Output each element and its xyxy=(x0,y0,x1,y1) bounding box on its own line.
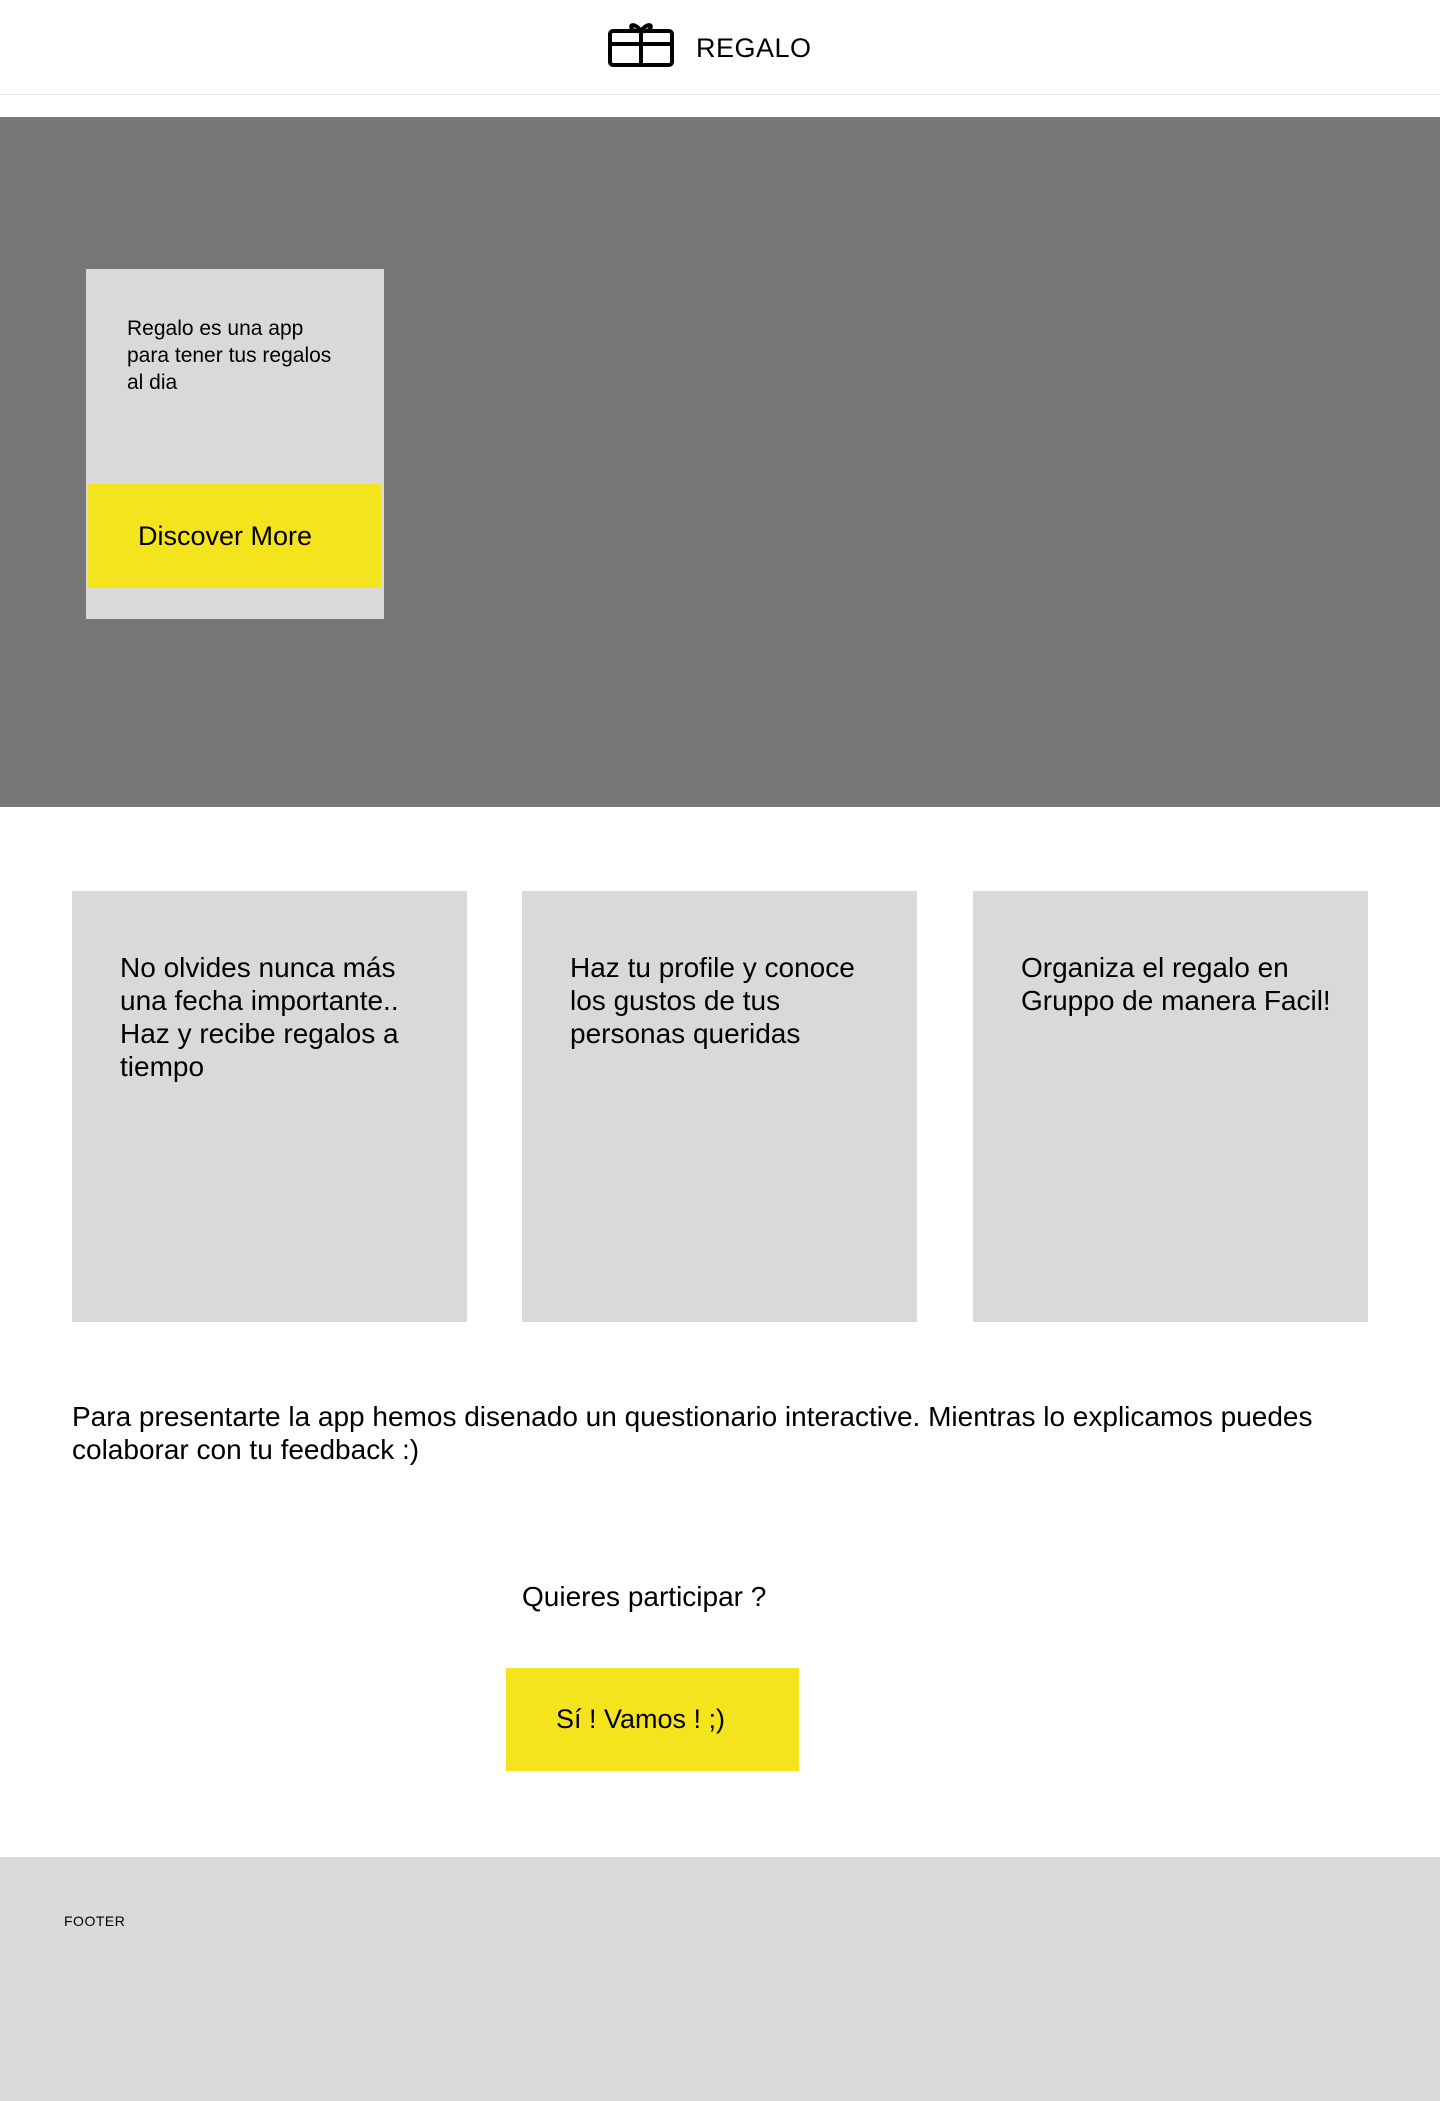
intro-text: Para presentarte la app hemos disenado u… xyxy=(72,1401,1313,1465)
hero-card: Regalo es una app para tener tus regalos… xyxy=(86,269,384,619)
discover-more-button[interactable]: Discover More xyxy=(88,484,381,588)
site-footer: FOOTER xyxy=(0,1857,1440,2101)
feature-text: No olvides nunca más una fecha important… xyxy=(120,952,399,1082)
feature-card-profile: Haz tu profile y conoce los gustos de tu… xyxy=(522,891,917,1322)
hero-section: Regalo es una app para tener tus regalos… xyxy=(0,117,1440,807)
feature-text: Haz tu profile y conoce los gustos de tu… xyxy=(570,952,855,1049)
feature-text: Organiza el regalo en Gruppo de manera F… xyxy=(1021,952,1331,1016)
feature-card-dates: No olvides nunca más una fecha important… xyxy=(72,891,467,1322)
hero-description: Regalo es una app para tener tus regalos… xyxy=(127,317,332,394)
participate-button[interactable]: Sí ! Vamos ! ;) xyxy=(506,1668,799,1771)
feature-card-group: Organiza el regalo en Gruppo de manera F… xyxy=(973,891,1368,1322)
brand-name[interactable]: REGALO xyxy=(696,30,812,66)
participate-question: Quieres participar ? xyxy=(522,1581,767,1612)
footer-label: FOOTER xyxy=(64,1913,126,1929)
site-header: REGALO xyxy=(0,0,1440,95)
gift-icon[interactable] xyxy=(607,20,675,68)
